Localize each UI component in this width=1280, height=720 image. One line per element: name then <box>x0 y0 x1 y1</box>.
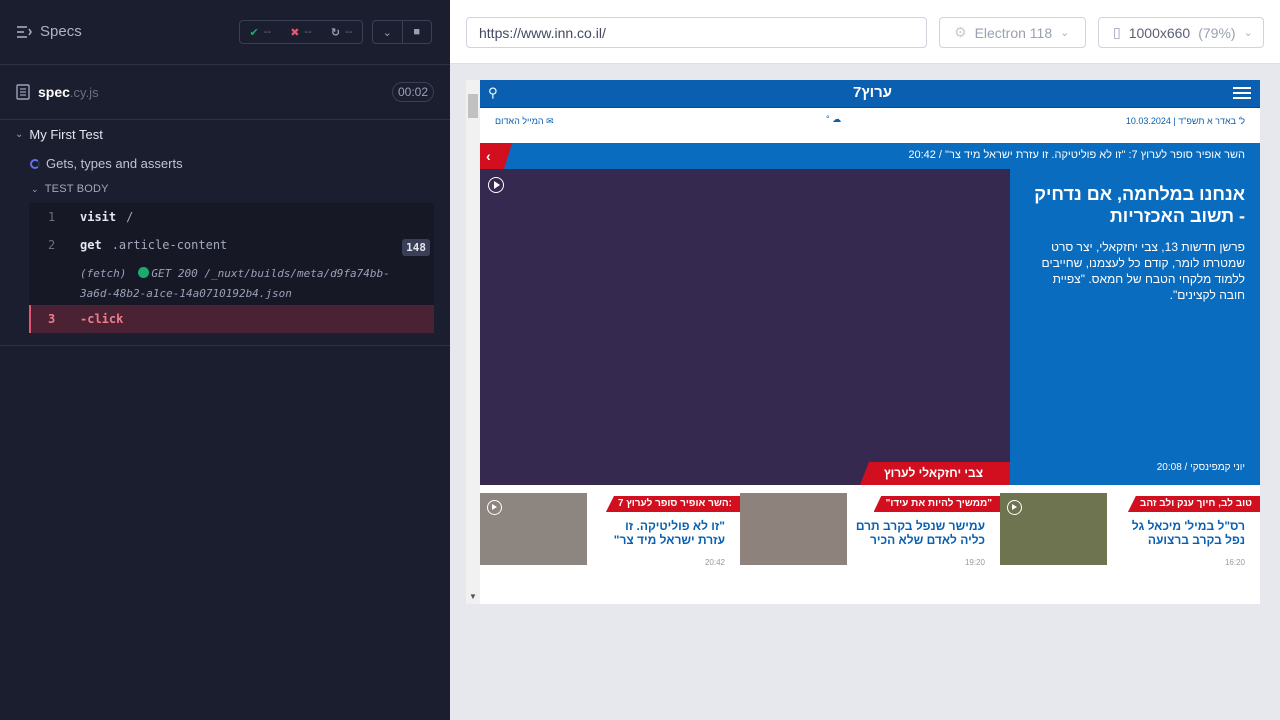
weather-widget: ° ☁ <box>826 114 842 124</box>
spec-file[interactable]: spec.cy.js <box>16 84 99 100</box>
spinner-icon: ↻ <box>330 26 341 39</box>
test-body-header[interactable]: ⌄ TEST BODY <box>31 183 109 195</box>
article-time: 20:42 <box>704 558 725 567</box>
running-icon <box>30 158 40 169</box>
chevron-down-icon: ⌄ <box>15 129 24 140</box>
chevron-down-icon[interactable]: ⌄ <box>373 21 402 43</box>
aut-toolbar: https://www.inn.co.il/ ⚙ Electron 118 ⌄ … <box>450 0 1280 64</box>
test-stats: ✔ -- ✖ -- ↻ -- <box>239 20 363 44</box>
article-time: 16:20 <box>1224 558 1245 567</box>
article-time: 19:20 <box>964 558 985 567</box>
specs-toggle[interactable]: Specs <box>16 23 82 40</box>
article-title[interactable]: רס"ל במיל' מיכאל גל נפל בקרב ברצועה <box>1115 519 1245 547</box>
browser-selector[interactable]: ⚙ Electron 118 ⌄ <box>939 17 1086 48</box>
article-image[interactable] <box>740 493 847 565</box>
play-icon[interactable] <box>488 177 504 193</box>
search-icon[interactable]: ⚲ <box>488 85 498 101</box>
url-bar[interactable]: https://www.inn.co.il/ <box>466 17 927 48</box>
pending-stat: ↻ -- <box>330 26 353 39</box>
reporter-panel: Specs ✔ -- ✖ -- ↻ -- ⌄ ■ spec.cy.js 00:02 ⌄… <box>0 0 450 720</box>
chevron-down-icon: ⌄ <box>31 183 39 194</box>
site-logo[interactable]: ערוץ7 <box>853 84 892 101</box>
article-card[interactable]: השר אופיר סופר לערוץ 7: "זו לא פוליטיקה.… <box>480 493 740 567</box>
author-tag: צבי יחזקאלי לערוץ 7: <box>860 462 1010 485</box>
ticker-time: 20:42 <box>908 149 936 161</box>
article-cards: טוב לב, חיוך ענק ולב זהב רס"ל במיל' מיכא… <box>480 493 1260 567</box>
command-name: visit / <box>80 210 134 224</box>
chevron-down-icon: ⌄ <box>1243 27 1253 39</box>
viewport-info[interactable]: ▯ 1000x660 (79%) ⌄ <box>1098 17 1264 48</box>
scrollbar[interactable]: ▼ <box>466 80 480 604</box>
site-header: ⚲ ערוץ7 <box>480 80 1260 107</box>
article-category: השר אופיר סופר לערוץ 7: <box>605 496 740 512</box>
hero-title[interactable]: אנחנו במלחמה, אם נדחיק - תשוב האכזריות <box>1024 183 1245 227</box>
suite-title[interactable]: ⌄ My First Test <box>15 127 103 142</box>
chevron-down-icon: ⌄ <box>1060 27 1070 39</box>
spec-duration: 00:02 <box>392 82 434 102</box>
file-icon <box>16 84 30 100</box>
article-image[interactable] <box>480 493 587 565</box>
divider <box>0 345 450 346</box>
check-icon: ✔ <box>249 26 259 39</box>
play-icon[interactable] <box>487 500 502 515</box>
command-row[interactable]: 2 get .article-content 148 (fetch) GET 200… <box>29 229 434 305</box>
spec-name: spec <box>38 84 70 100</box>
news-ticker[interactable]: ‹ השר אופיר סופר לערוץ 7: "זו לא פוליטיק… <box>480 143 1260 169</box>
chevron-left-icon[interactable]: ‹ <box>480 143 512 169</box>
specs-label: Specs <box>40 23 82 40</box>
scroll-down-icon[interactable]: ▼ <box>469 592 477 601</box>
cloud-icon: ☁ <box>832 114 842 124</box>
element-count-badge: 148 <box>402 239 430 256</box>
spec-row: spec.cy.js 00:02 <box>0 65 450 120</box>
x-icon: ✖ <box>290 26 300 39</box>
reporter-header: Specs ✔ -- ✖ -- ↻ -- ⌄ ■ <box>0 0 450 65</box>
browser-icon: ⚙ <box>954 24 967 40</box>
article-card[interactable]: "ממשיך להיות את עידו" עמישר שנפל בקרב תר… <box>740 493 1000 567</box>
run-controls: ⌄ ■ <box>372 20 432 44</box>
specs-list-icon <box>17 25 32 38</box>
status-dot-icon <box>138 267 150 278</box>
hebrew-date: ל' באדר א תשפ"ד | 10.03.2024 <box>1125 116 1245 126</box>
mail-link[interactable]: המייל האדום ✉ <box>495 116 554 127</box>
app-under-test: ▼ ⚲ ערוץ7 המייל האדום ✉ ° ☁ ל' באדר א תש… <box>466 80 1260 604</box>
article-category: טוב לב, חיוך ענק ולב זהב <box>1127 496 1260 512</box>
fetch-log[interactable]: (fetch) GET 200 /_nuxt/builds/meta/d9fa74… <box>80 264 420 304</box>
article-card[interactable]: טוב לב, חיוך ענק ולב זהב רס"ל במיל' מיכא… <box>1000 493 1260 567</box>
command-name: get .article-content <box>80 238 228 252</box>
site: ⚲ ערוץ7 המייל האדום ✉ ° ☁ ל' באדר א תשפ"… <box>480 80 1260 485</box>
command-row-failed[interactable]: 3 -click <box>29 305 434 333</box>
ruler-icon: ▯ <box>1113 24 1121 40</box>
article-category: "ממשיך להיות את עידו" <box>873 496 1000 512</box>
scrollbar-thumb[interactable] <box>468 94 478 118</box>
menu-icon[interactable] <box>1233 87 1251 100</box>
stop-icon[interactable]: ■ <box>401 21 432 43</box>
passed-stat: ✔ -- <box>249 26 272 39</box>
article-title[interactable]: עמישר שנפל בקרב תרם כליה לאדם שלא הכיר <box>855 519 985 547</box>
hero-video[interactable]: צבי יחזקאלי לערוץ 7: <box>480 169 1010 485</box>
hero-article[interactable]: צבי יחזקאלי לערוץ 7: אנחנו במלחמה, אם נד… <box>480 169 1260 485</box>
mail-icon: ✉ <box>546 116 554 126</box>
hero-summary: פרשן חדשות 13, צבי יחזקאלי, יצר סרט שמטר… <box>1041 240 1245 302</box>
play-icon[interactable] <box>1007 500 1022 515</box>
article-title[interactable]: "זו לא פוליטיקה. זו עזרת ישראל מיד צר" <box>595 519 725 547</box>
spec-ext: .cy.js <box>69 85 99 100</box>
failed-stat: ✖ -- <box>290 26 312 39</box>
hero-byline: יוני קמפינסקי / 20:08 <box>1156 462 1245 473</box>
site-subheader: המייל האדום ✉ ° ☁ ל' באדר א תשפ"ד | 10.0… <box>480 107 1260 143</box>
test-title[interactable]: Gets, types and asserts <box>30 156 183 171</box>
ticker-text: השר אופיר סופר לערוץ 7: "זו לא פוליטיקה.… <box>945 149 1245 161</box>
command-row[interactable]: 1 visit / <box>29 203 434 229</box>
hero-text: אנחנו במלחמה, אם נדחיק - תשוב האכזריות פ… <box>1010 169 1260 485</box>
command-log: 1 visit/ 2 get .article-content 148 (fetc… <box>29 203 434 333</box>
article-image[interactable] <box>1000 493 1107 565</box>
